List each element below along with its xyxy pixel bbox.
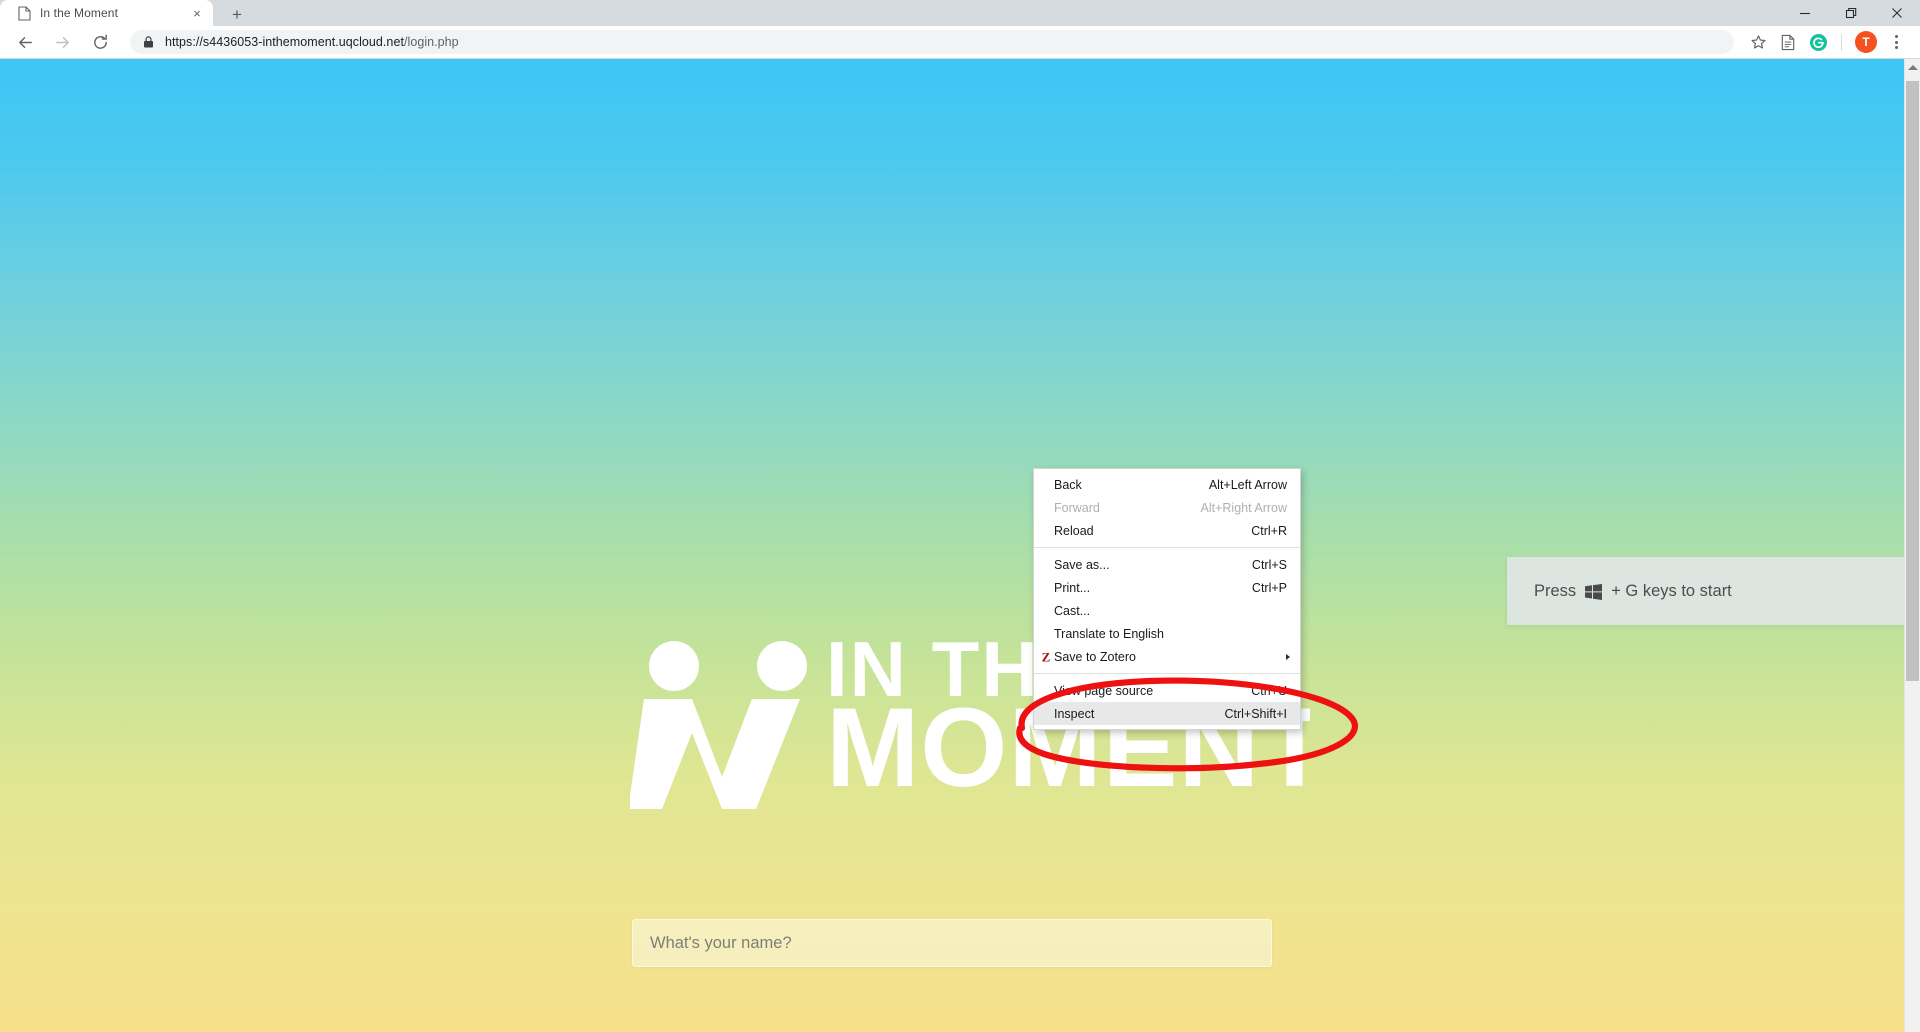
context-menu-item-label: Save to Zotero xyxy=(1054,649,1136,664)
star-icon[interactable] xyxy=(1743,28,1773,56)
address-bar[interactable]: https://s4436053-inthemoment.uqcloud.net… xyxy=(130,30,1734,54)
forward-arrow-icon[interactable] xyxy=(46,28,78,56)
url-path: /login.php xyxy=(403,35,459,49)
context-menu-item-label: Translate to English xyxy=(1054,626,1165,641)
context-menu-item-label: Reload xyxy=(1054,523,1094,538)
context-menu-item-label: Back xyxy=(1054,477,1082,492)
browser-toolbar: https://s4436053-inthemoment.uqcloud.net… xyxy=(0,26,1920,59)
context-menu-item-shortcut: Ctrl+R xyxy=(1251,523,1287,538)
restore-icon[interactable] xyxy=(1828,0,1874,26)
tab-close-icon[interactable]: × xyxy=(189,5,205,21)
toolbar-divider xyxy=(1841,33,1842,51)
gamebar-text-after: + G keys to start xyxy=(1611,581,1732,600)
context-menu-item-save-to-zotero[interactable]: Z Save to Zotero xyxy=(1034,645,1300,668)
context-menu: Back Alt+Left Arrow Forward Alt+Right Arrow… xyxy=(1033,468,1301,730)
context-menu-item-forward: Forward Alt+Right Arrow xyxy=(1034,496,1300,519)
chevron-right-icon xyxy=(1286,653,1290,660)
tab-strip: In the Moment × + xyxy=(0,0,255,26)
context-menu-item-reload[interactable]: Reload Ctrl+R xyxy=(1034,519,1300,542)
name-input[interactable] xyxy=(632,919,1272,967)
context-menu-item-cast[interactable]: Cast... xyxy=(1034,599,1300,622)
context-menu-item-label: Print... xyxy=(1054,580,1091,595)
context-menu-separator xyxy=(1034,547,1300,548)
toolbar-actions: T xyxy=(1743,28,1920,56)
document-icon xyxy=(18,5,31,21)
windows-logo-icon xyxy=(1585,584,1603,600)
context-menu-item-save-as[interactable]: Save as... Ctrl+S xyxy=(1034,553,1300,576)
page-viewport: IN THE MOMENT START Press xyxy=(0,59,1920,1032)
context-menu-item-label: Cast... xyxy=(1054,603,1091,618)
context-menu-item-shortcut: Ctrl+U xyxy=(1251,683,1287,698)
new-tab-button[interactable]: + xyxy=(219,3,255,25)
context-menu-item-translate-to-english[interactable]: Translate to English xyxy=(1034,622,1300,645)
page-background-gradient xyxy=(0,59,1920,1032)
zotero-icon: Z xyxy=(1041,649,1051,664)
close-icon[interactable] xyxy=(1874,0,1920,26)
context-menu-item-shortcut: Alt+Left Arrow xyxy=(1208,477,1287,492)
context-menu-item-label: Save as... xyxy=(1054,557,1110,572)
context-menu-item-back[interactable]: Back Alt+Left Arrow xyxy=(1034,473,1300,496)
browser-titlebar: In the Moment × + xyxy=(0,0,1920,26)
avatar[interactable]: T xyxy=(1855,31,1877,53)
context-menu-item-label: View page source xyxy=(1054,683,1154,698)
scrollbar-thumb[interactable] xyxy=(1906,81,1919,681)
tab-title: In the Moment xyxy=(40,6,119,20)
kebab-menu-icon[interactable] xyxy=(1882,28,1910,56)
back-arrow-icon[interactable] xyxy=(9,28,41,56)
grammarly-icon[interactable] xyxy=(1803,28,1833,56)
context-menu-separator xyxy=(1034,673,1300,674)
context-menu-item-shortcut: Ctrl+P xyxy=(1251,580,1287,595)
lock-icon xyxy=(142,35,155,49)
gamebar-message: Press + G keys to start xyxy=(1534,582,1732,601)
browser-tab[interactable]: In the Moment × xyxy=(0,0,213,26)
context-menu-item-view-page-source[interactable]: View page source Ctrl+U xyxy=(1034,679,1300,702)
minimize-icon[interactable] xyxy=(1782,0,1828,26)
gamebar-toast: Press + G keys to start xyxy=(1507,557,1920,625)
context-menu-item-label: Inspect xyxy=(1054,706,1095,721)
context-menu-item-label: Forward xyxy=(1054,500,1100,515)
address-bar-url: https://s4436053-inthemoment.uqcloud.net… xyxy=(165,35,459,49)
page-scrollbar[interactable] xyxy=(1904,59,1920,1032)
browser-window: In the Moment × + https://s4436053-inthe… xyxy=(0,0,1920,1032)
scroll-up-arrow-icon[interactable] xyxy=(1905,59,1920,76)
window-controls xyxy=(1782,0,1920,26)
context-menu-item-shortcut: Ctrl+Shift+I xyxy=(1224,706,1287,721)
context-menu-item-shortcut: Alt+Right Arrow xyxy=(1200,500,1288,515)
context-menu-item-print[interactable]: Print... Ctrl+P xyxy=(1034,576,1300,599)
context-menu-item-shortcut: Ctrl+S xyxy=(1251,557,1287,572)
url-origin: https://s4436053-inthemoment.uqcloud.net xyxy=(165,35,404,49)
reload-icon[interactable] xyxy=(84,28,116,56)
document-extension-icon[interactable] xyxy=(1773,28,1803,56)
context-menu-item-inspect[interactable]: Inspect Ctrl+Shift+I xyxy=(1034,702,1300,725)
gamebar-text-before: Press xyxy=(1534,581,1577,600)
